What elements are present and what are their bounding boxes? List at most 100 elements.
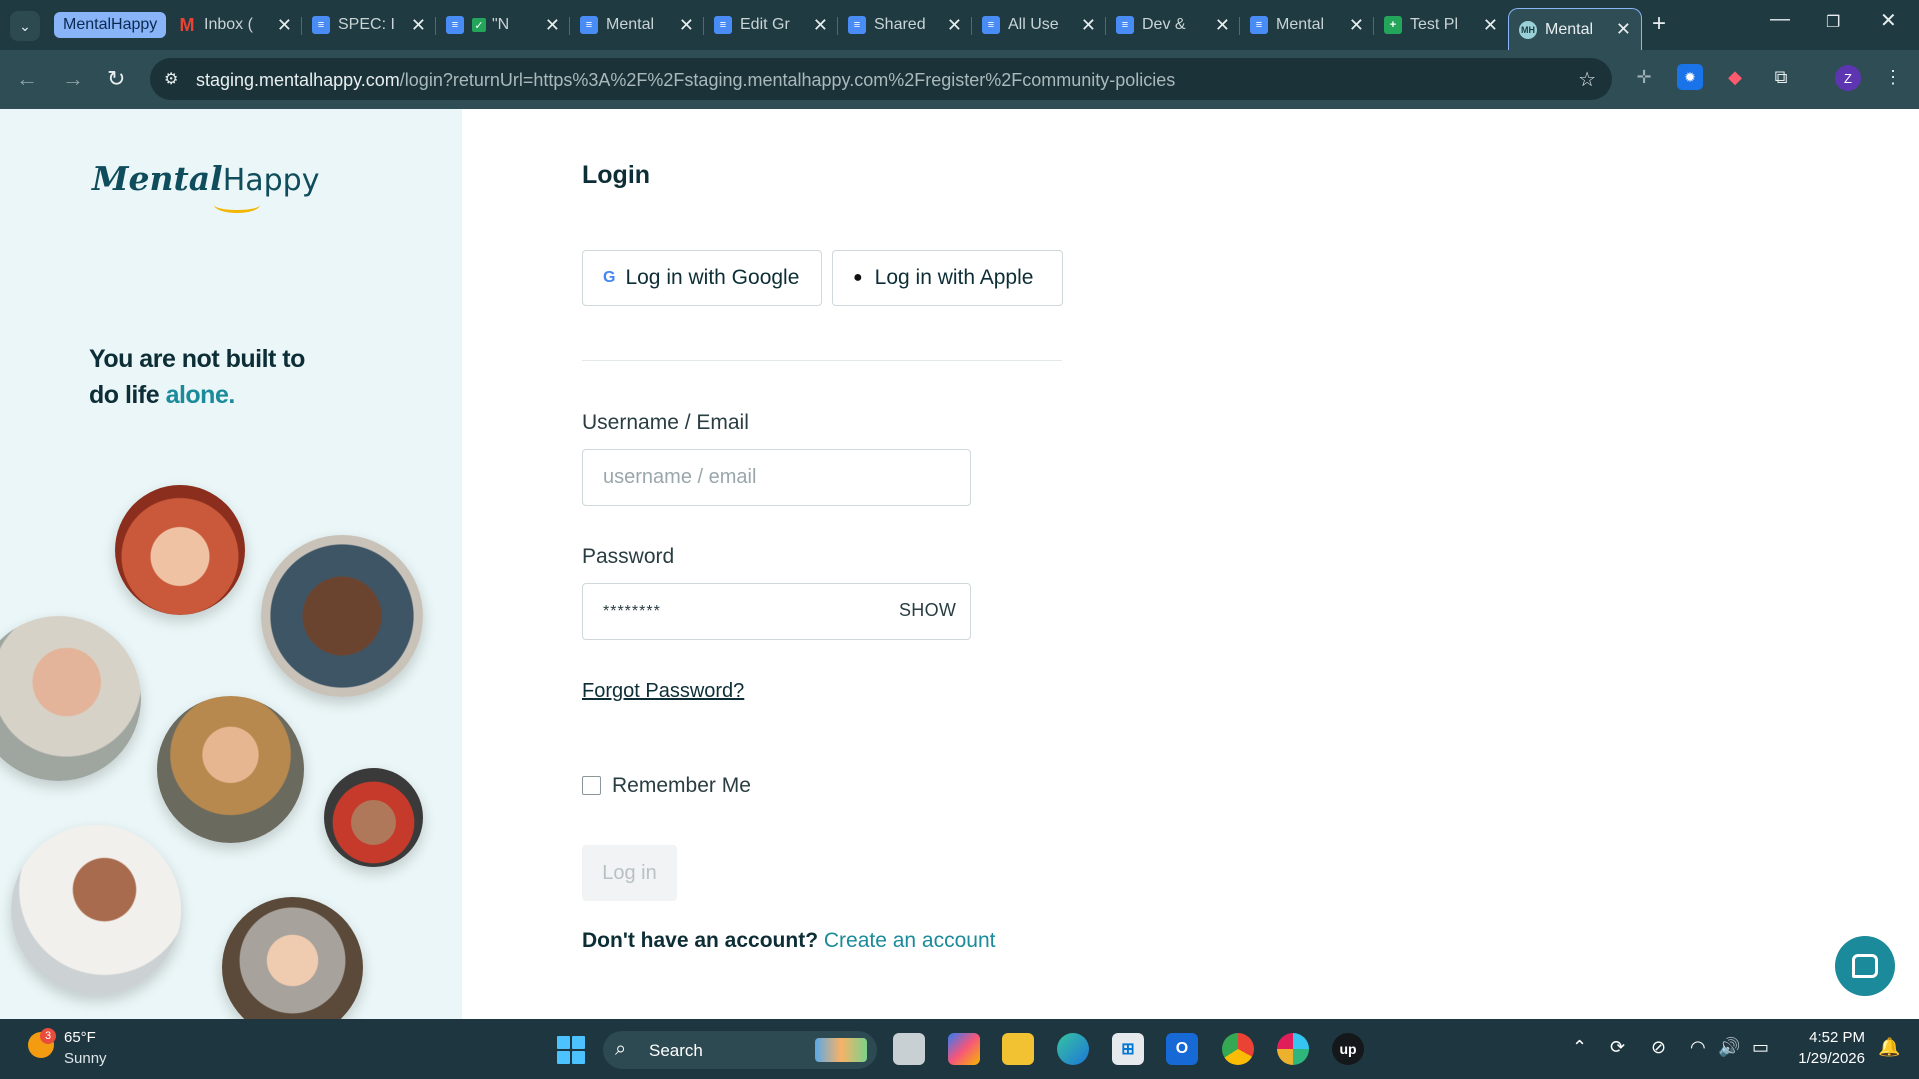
tab-all-users[interactable]: ≡ All Use ✕ bbox=[972, 8, 1106, 42]
tab-quote-doc[interactable]: ≡ ✓ "N ✕ bbox=[436, 8, 570, 42]
tab-mental-doc-1[interactable]: ≡ Mental ✕ bbox=[570, 8, 704, 42]
portrait-photo bbox=[11, 825, 181, 995]
copilot-icon[interactable] bbox=[948, 1033, 980, 1065]
close-icon[interactable]: ✕ bbox=[277, 15, 292, 36]
browser-menu-icon[interactable]: ⋮ bbox=[1880, 64, 1906, 90]
close-icon[interactable]: ✕ bbox=[813, 15, 828, 36]
address-bar[interactable]: ⚙ staging.mentalhappy.com/login?returnUr… bbox=[150, 58, 1612, 100]
site-info-icon[interactable]: ⚙ bbox=[164, 69, 178, 89]
restore-icon[interactable]: ❐ bbox=[1826, 12, 1840, 32]
close-icon[interactable]: ✕ bbox=[545, 15, 560, 36]
create-account-link[interactable]: Create an account bbox=[824, 929, 996, 952]
url-text[interactable]: staging.mentalhappy.com/login?returnUrl=… bbox=[196, 70, 1175, 91]
close-icon[interactable]: ✕ bbox=[1215, 15, 1230, 36]
clock-date[interactable]: 1/29/2026 bbox=[1793, 1050, 1865, 1067]
tab-dev[interactable]: ≡ Dev & ✕ bbox=[1106, 8, 1240, 42]
close-icon[interactable]: ✕ bbox=[411, 15, 426, 36]
browser-tab-bar: ⌄ MentalHappy M Inbox ( ✕ ≡ SPEC: I ✕ ≡ … bbox=[0, 0, 1919, 50]
apple-login-button[interactable]: ● Log in with Apple bbox=[832, 250, 1063, 306]
close-icon[interactable]: ✕ bbox=[1483, 15, 1498, 36]
tab-title: Shared bbox=[874, 16, 926, 33]
new-tab-plus-icon[interactable]: + bbox=[1652, 10, 1666, 38]
signup-prompt: Don't have an account? Create an account bbox=[582, 929, 995, 953]
sheets-icon: + bbox=[1384, 16, 1402, 34]
chrome-icon[interactable] bbox=[1222, 1033, 1254, 1065]
file-explorer-icon[interactable] bbox=[1002, 1033, 1034, 1065]
profile-avatar[interactable]: Z bbox=[1835, 65, 1861, 91]
upwork-icon[interactable]: up bbox=[1332, 1033, 1364, 1065]
start-menu-windows-icon[interactable] bbox=[557, 1036, 585, 1064]
tab-inbox[interactable]: M Inbox ( ✕ bbox=[168, 8, 302, 42]
microsoft-store-icon[interactable]: ⊞ bbox=[1112, 1033, 1144, 1065]
taskbar-search[interactable]: ⌕ Search bbox=[603, 1031, 877, 1069]
back-arrow-icon[interactable]: ← bbox=[16, 66, 38, 92]
tab-title: All Use bbox=[1008, 16, 1059, 33]
google-login-label: Log in with Google bbox=[625, 266, 800, 289]
notifications-bell-icon[interactable]: 🔔 bbox=[1878, 1037, 1900, 1058]
minimize-icon[interactable]: — bbox=[1770, 8, 1790, 31]
tab-mentalhappy-active[interactable]: MH Mental ✕ bbox=[1508, 8, 1642, 50]
docs-icon: ≡ bbox=[1250, 16, 1268, 34]
close-icon[interactable]: ✕ bbox=[1081, 15, 1096, 36]
tab-group-chip[interactable]: MentalHappy bbox=[54, 12, 167, 38]
portrait-photo bbox=[324, 768, 423, 867]
docs-icon: ≡ bbox=[580, 16, 598, 34]
login-button[interactable]: Log in bbox=[582, 845, 677, 901]
close-icon[interactable]: ✕ bbox=[1349, 15, 1364, 36]
tagline: You are not built to do life alone. bbox=[89, 341, 305, 413]
close-icon[interactable]: ✕ bbox=[1616, 19, 1631, 40]
weather-alert-badge: 3 bbox=[40, 1028, 56, 1044]
tab-title: "N bbox=[492, 16, 510, 33]
username-input[interactable] bbox=[582, 449, 971, 506]
extensions-puzzle-icon[interactable]: ⧉ bbox=[1768, 64, 1794, 90]
tab-spec[interactable]: ≡ SPEC: I ✕ bbox=[302, 8, 436, 42]
show-password-button[interactable]: SHOW bbox=[899, 600, 956, 621]
extension-bird-icon[interactable]: ◆ bbox=[1722, 64, 1748, 90]
mentalhappy-favicon-icon: MH bbox=[1519, 20, 1537, 39]
remember-me-label[interactable]: Remember Me bbox=[612, 774, 751, 798]
window-close-icon[interactable]: ✕ bbox=[1880, 8, 1897, 33]
tagline-accent: alone. bbox=[165, 381, 236, 409]
tagline-line2: do life bbox=[89, 381, 166, 409]
tab-title: Dev & bbox=[1142, 16, 1186, 33]
tab-edit-group[interactable]: ≡ Edit Gr ✕ bbox=[704, 8, 838, 42]
tray-overflow-chevron-icon[interactable]: ⌃ bbox=[1572, 1037, 1587, 1058]
clock-time[interactable]: 4:52 PM bbox=[1793, 1029, 1865, 1046]
close-icon[interactable]: ✕ bbox=[679, 15, 694, 36]
camera-off-icon[interactable]: ⊘ bbox=[1651, 1037, 1666, 1058]
slack-icon[interactable] bbox=[1277, 1033, 1309, 1065]
forgot-password-link[interactable]: Forgot Password? bbox=[582, 680, 744, 703]
chat-support-button[interactable] bbox=[1835, 936, 1895, 996]
tab-search-chevron-icon[interactable]: ⌄ bbox=[10, 11, 40, 41]
extension-crosshair-icon[interactable]: ✛ bbox=[1631, 64, 1657, 90]
remember-me-checkbox[interactable] bbox=[582, 776, 601, 795]
google-login-button[interactable]: G Log in with Google bbox=[582, 250, 822, 306]
tab-title: SPEC: I bbox=[338, 16, 395, 33]
battery-icon[interactable]: ▭ bbox=[1752, 1037, 1769, 1058]
task-view-icon[interactable] bbox=[893, 1033, 925, 1065]
tab-shared[interactable]: ≡ Shared ✕ bbox=[838, 8, 972, 42]
logo-mental-text: Mental bbox=[92, 159, 223, 198]
sync-icon[interactable]: ⟳ bbox=[1610, 1037, 1625, 1058]
forward-arrow-icon[interactable]: → bbox=[62, 66, 84, 92]
extension-gear-icon[interactable]: ✹ bbox=[1677, 64, 1703, 90]
search-label: Search bbox=[649, 1041, 703, 1060]
weather-temperature[interactable]: 65°F bbox=[64, 1029, 96, 1046]
close-icon[interactable]: ✕ bbox=[947, 15, 962, 36]
tab-mental-doc-2[interactable]: ≡ Mental ✕ bbox=[1240, 8, 1374, 42]
wifi-icon[interactable]: ◠ bbox=[1690, 1037, 1706, 1058]
search-icon: ⌕ bbox=[615, 1038, 627, 1060]
tab-title: Edit Gr bbox=[740, 16, 790, 33]
reload-icon[interactable]: ↻ bbox=[107, 66, 125, 92]
outlook-icon[interactable]: O bbox=[1166, 1033, 1198, 1065]
checkbox-emoji-icon: ✓ bbox=[472, 18, 486, 32]
tab-test-plan[interactable]: + Test Pl ✕ bbox=[1374, 8, 1508, 42]
edge-browser-icon[interactable] bbox=[1057, 1033, 1089, 1065]
mentalhappy-logo[interactable]: MentalHappy bbox=[92, 159, 319, 198]
volume-icon[interactable]: 🔊 bbox=[1718, 1037, 1740, 1058]
docs-icon: ≡ bbox=[714, 16, 732, 34]
bookmark-star-icon[interactable]: ☆ bbox=[1578, 67, 1596, 92]
windows-taskbar: 3 65°F Sunny ⌕ Search ⊞ O up ⌃ ⟳ ⊘ ◠ 🔊 ▭… bbox=[0, 1019, 1919, 1079]
weather-description[interactable]: Sunny bbox=[64, 1050, 107, 1067]
portrait-photo bbox=[261, 535, 423, 697]
